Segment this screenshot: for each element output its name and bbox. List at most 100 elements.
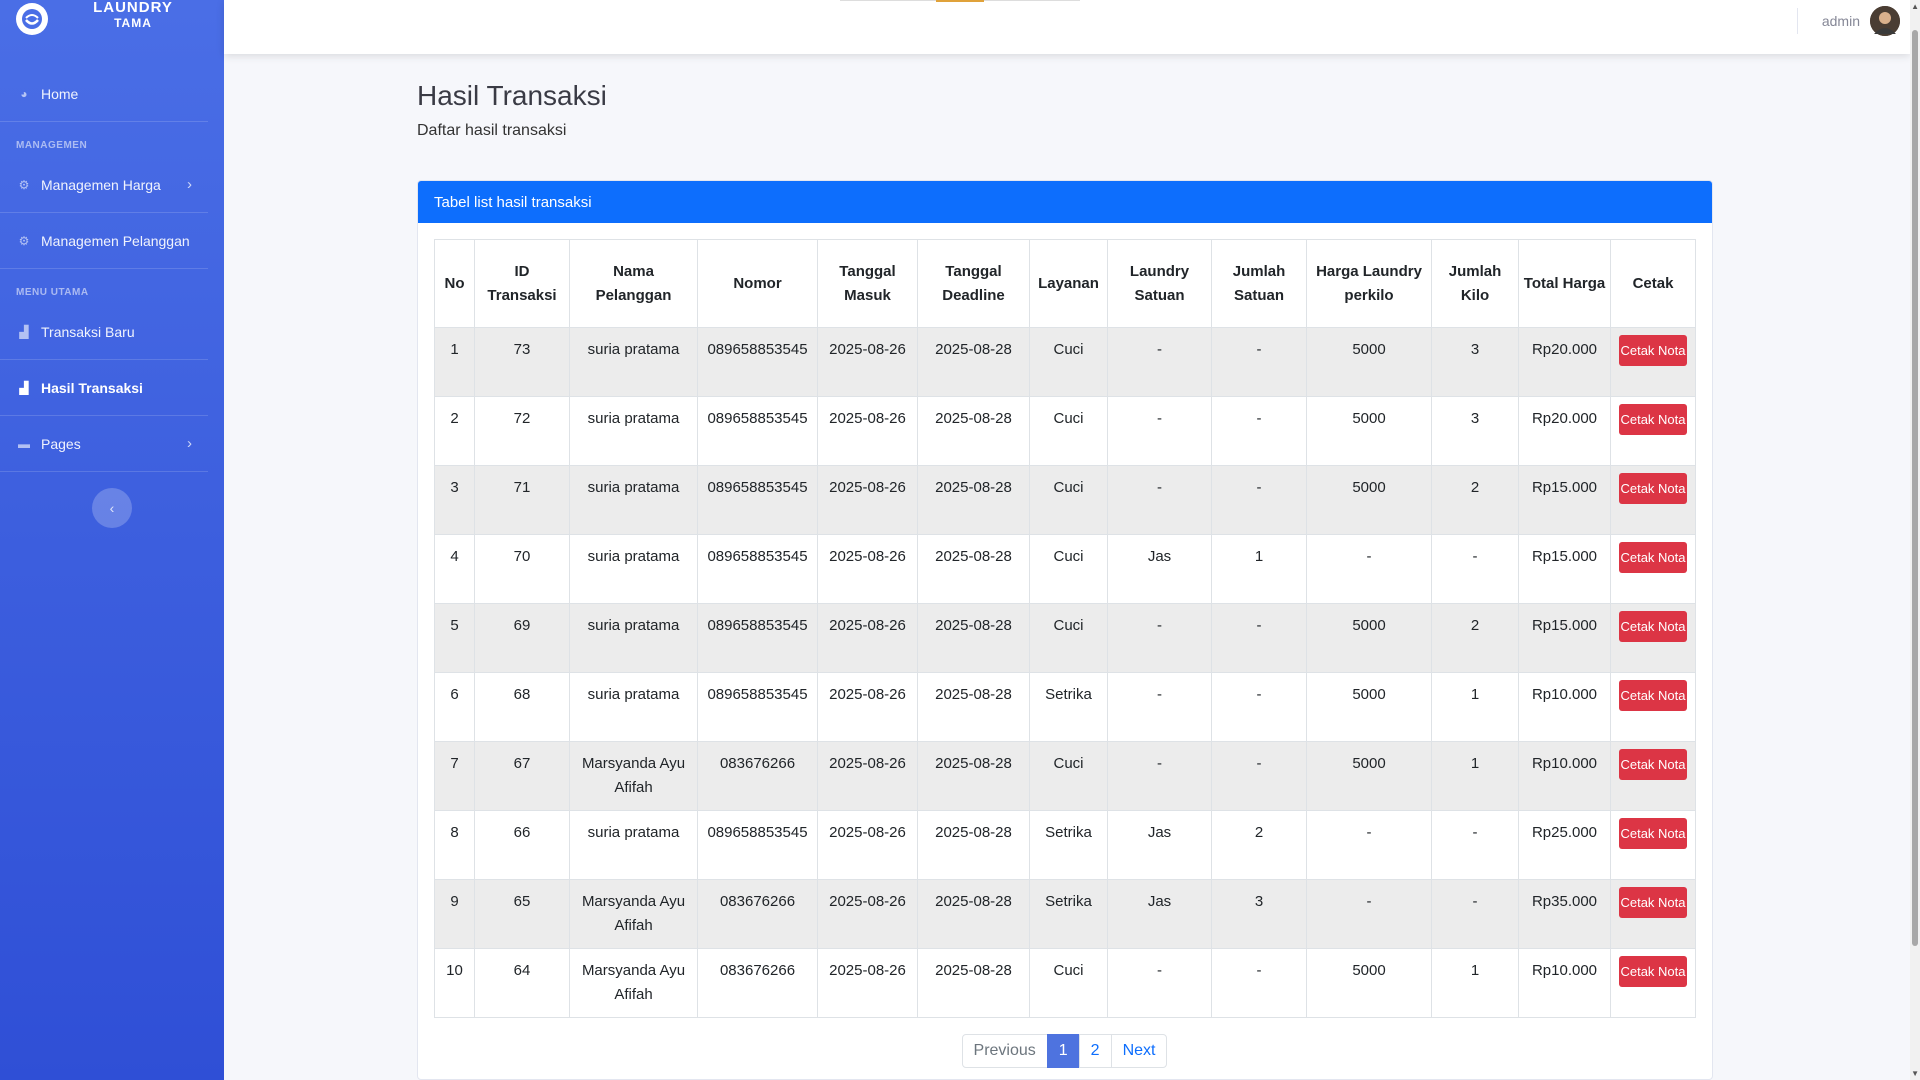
table-cell: Marsyanda Ayu Afifah xyxy=(569,879,698,949)
user-menu[interactable]: admin xyxy=(1796,6,1900,36)
table-cell: 72 xyxy=(474,396,570,466)
table-cell: 2025-08-26 xyxy=(817,879,918,949)
table-cell: - xyxy=(1306,879,1432,949)
scroll-up-arrow-icon[interactable]: ▲ xyxy=(1911,2,1919,11)
table-cell: 5000 xyxy=(1306,396,1432,466)
sidebar-item-managemen-pelanggan[interactable]: ⚙ Managemen Pelanggan xyxy=(0,213,208,269)
table-cell: 65 xyxy=(474,879,570,949)
transactions-card: Tabel list hasil transaksi No ID Transaks… xyxy=(417,180,1713,1080)
table-row: 2 72 suria pratama 089658853545 2025-08-26 20… xyxy=(434,396,1696,466)
table-body: 1 73 suria pratama 089658853545 2025-08-26 20… xyxy=(434,327,1696,1018)
table-cell: 69 xyxy=(474,603,570,673)
dashboard-icon: ◕ xyxy=(20,86,28,101)
column-header: Harga Laundry perkilo xyxy=(1306,239,1432,328)
table-cell: 3 xyxy=(1431,396,1519,466)
table-cell-action: Cetak Nota xyxy=(1610,810,1696,880)
table-row: 3 71 suria pratama 089658853545 2025-08-26 20… xyxy=(434,465,1696,535)
table-cell: 083676266 xyxy=(697,948,818,1018)
table-cell-action: Cetak Nota xyxy=(1610,534,1696,604)
print-receipt-button[interactable]: Cetak Nota xyxy=(1619,473,1687,504)
column-header: Cetak xyxy=(1610,239,1696,328)
area-chart-icon: ▟ xyxy=(19,380,29,395)
table-cell: 3 xyxy=(434,465,475,535)
table-cell: 2025-08-26 xyxy=(817,327,918,397)
gear-icon: ⚙ xyxy=(18,177,30,192)
sidebar-item-hasil-transaksi[interactable]: ▟ Hasil Transaksi xyxy=(0,360,208,416)
table-cell: 5 xyxy=(434,603,475,673)
table-cell: 083676266 xyxy=(697,741,818,811)
chevron-right-icon: › xyxy=(187,176,192,193)
table-cell: 10 xyxy=(434,948,475,1018)
print-receipt-button[interactable]: Cetak Nota xyxy=(1619,335,1687,366)
table-cell: - xyxy=(1107,327,1212,397)
print-receipt-button[interactable]: Cetak Nota xyxy=(1619,404,1687,435)
table-cell: 5000 xyxy=(1306,465,1432,535)
table-cell: 71 xyxy=(474,465,570,535)
table-cell: suria pratama xyxy=(569,603,698,673)
pagination-page-2[interactable]: 2 xyxy=(1078,1034,1112,1068)
main-content: Hasil Transaksi Daftar hasil transaksi T… xyxy=(417,80,1713,1080)
table-cell: Rp15.000 xyxy=(1518,534,1611,604)
scroll-down-arrow-icon[interactable]: ▼ xyxy=(1911,1069,1919,1078)
print-receipt-button[interactable]: Cetak Nota xyxy=(1619,680,1687,711)
avatar[interactable] xyxy=(1870,6,1900,36)
table-cell: suria pratama xyxy=(569,534,698,604)
pagination-previous[interactable]: Previous xyxy=(961,1034,1048,1068)
scroll-thumb[interactable] xyxy=(1912,30,1918,946)
sidebar-item-transaksi-baru[interactable]: ▟ Transaksi Baru xyxy=(0,304,208,360)
table-row: 7 67 Marsyanda Ayu Afifah 083676266 2025-08-… xyxy=(434,741,1696,811)
table-cell: 3 xyxy=(1211,879,1307,949)
column-header: Nama Pelanggan xyxy=(569,239,698,328)
table-cell: 2025-08-26 xyxy=(817,948,918,1018)
table-cell: 089658853545 xyxy=(697,534,818,604)
sidebar-toggle-button[interactable]: ‹ xyxy=(92,488,132,528)
table-cell: Setrika xyxy=(1029,879,1108,949)
table-cell: Cuci xyxy=(1029,534,1108,604)
print-receipt-button[interactable]: Cetak Nota xyxy=(1619,542,1687,573)
table-cell: Cuci xyxy=(1029,603,1108,673)
area-chart-icon: ▟ xyxy=(19,324,29,339)
table-cell: 9 xyxy=(434,879,475,949)
table-cell: 2 xyxy=(1431,465,1519,535)
table-cell: 2025-08-28 xyxy=(917,603,1030,673)
table-cell: 6 xyxy=(434,672,475,742)
table-cell: Rp10.000 xyxy=(1518,741,1611,811)
print-receipt-button[interactable]: Cetak Nota xyxy=(1619,956,1687,987)
pagination-next[interactable]: Next xyxy=(1110,1034,1168,1068)
table-cell: 2025-08-26 xyxy=(817,672,918,742)
table-cell: - xyxy=(1211,396,1307,466)
sidebar-item-label: Managemen Pelanggan xyxy=(41,232,190,249)
sidebar-item-pages[interactable]: ▬ Pages › xyxy=(0,416,208,472)
table-cell: Rp20.000 xyxy=(1518,327,1611,397)
gear-icon: ⚙ xyxy=(18,233,30,248)
topbar-divider xyxy=(840,0,1080,2)
table-cell-action: Cetak Nota xyxy=(1610,396,1696,466)
user-name: admin xyxy=(1821,13,1860,29)
table-cell: 5000 xyxy=(1306,741,1432,811)
table-cell: - xyxy=(1306,534,1432,604)
table-cell: 2 xyxy=(434,396,475,466)
card-title: Tabel list hasil transaksi xyxy=(418,181,1712,223)
sidebar-item-managemen-harga[interactable]: ⚙ Managemen Harga › xyxy=(0,157,208,213)
print-receipt-button[interactable]: Cetak Nota xyxy=(1619,887,1687,918)
pagination-page-1[interactable]: 1 xyxy=(1046,1034,1080,1068)
page-title: Hasil Transaksi xyxy=(417,80,607,111)
table-cell: 2025-08-26 xyxy=(817,396,918,466)
table-cell: - xyxy=(1211,327,1307,397)
sidebar-item-label: Hasil Transaksi xyxy=(41,379,143,396)
sidebar-heading-management: MANAGEMEN xyxy=(16,140,88,151)
table-cell: 67 xyxy=(474,741,570,811)
sidebar-item-home[interactable]: ◕ Home xyxy=(0,66,208,122)
column-header: Laundry Satuan xyxy=(1107,239,1212,328)
brand[interactable]: LAUNDRY TAMA xyxy=(0,0,224,38)
print-receipt-button[interactable]: Cetak Nota xyxy=(1619,818,1687,849)
table-cell: suria pratama xyxy=(569,396,698,466)
page-scrollbar[interactable]: ▲ ▼ xyxy=(1910,0,1920,1080)
table-cell: 2025-08-26 xyxy=(817,810,918,880)
print-receipt-button[interactable]: Cetak Nota xyxy=(1619,611,1687,642)
transactions-table: No ID Transaksi Nama Pelanggan Nomor Tanggal… xyxy=(434,239,1696,1018)
brand-name: LAUNDRY TAMA xyxy=(58,0,208,30)
print-receipt-button[interactable]: Cetak Nota xyxy=(1619,749,1687,780)
brand-line2: TAMA xyxy=(114,15,152,30)
table-cell: - xyxy=(1107,672,1212,742)
